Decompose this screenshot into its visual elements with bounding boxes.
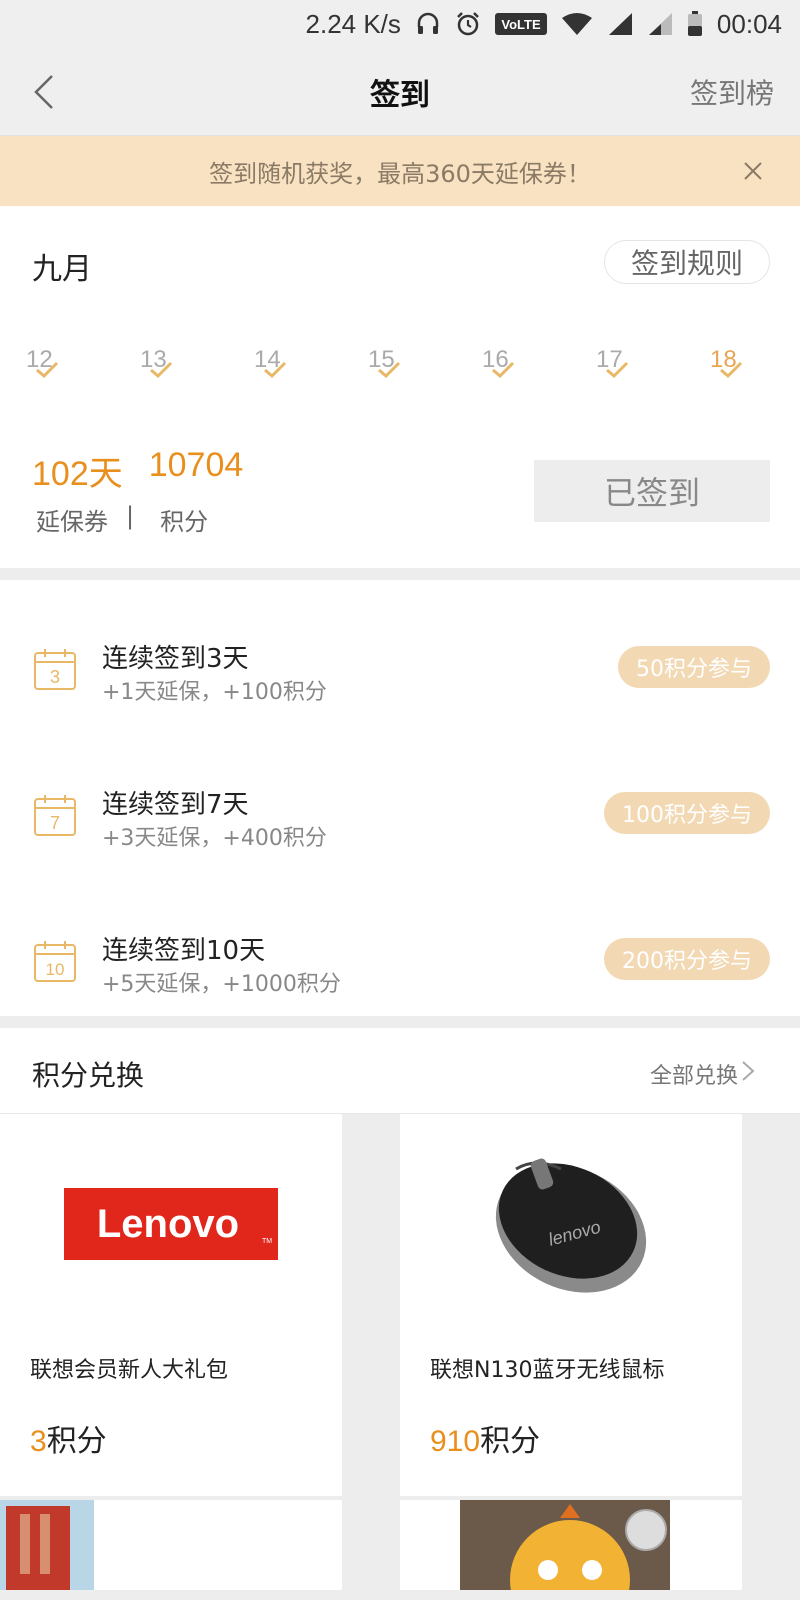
stats-values: 102天 10704: [32, 446, 243, 495]
month-label: 九月: [32, 252, 92, 287]
check-icon: [492, 361, 515, 379]
product-price: 3积分: [30, 1424, 107, 1459]
product-name: 联想会员新人大礼包: [30, 1358, 229, 1383]
product-name: 联想N130蓝牙无线鼠标: [430, 1358, 665, 1383]
exchange-title: 积分兑换: [32, 1059, 145, 1092]
task-title: 连续签到7天: [102, 790, 249, 820]
svg-text:7: 7: [50, 813, 60, 833]
product-price: 910积分: [430, 1424, 541, 1459]
product-card[interactable]: Lenovo TM 联想会员新人大礼包 3积分: [0, 1114, 342, 1496]
check-icon: [378, 361, 401, 379]
section-divider: [0, 568, 800, 580]
warranty-label: 延保券: [36, 508, 108, 536]
task-item: 3 连续签到3天 +1天延保，+100积分 50积分参与: [0, 630, 800, 730]
alarm-icon: [455, 11, 481, 37]
day-item: 15: [368, 346, 428, 379]
stats-labels: 延保券 | 积分: [36, 502, 208, 537]
task-item: 7 连续签到7天 +3天延保，+400积分 100积分参与: [0, 776, 800, 876]
task-desc: +1天延保，+100积分: [102, 680, 327, 705]
task-desc: +3天延保，+400积分: [102, 826, 327, 851]
points-value[interactable]: 10704: [149, 446, 244, 495]
task-item: 10 连续签到10天 +5天延保，+1000积分 200积分参与: [0, 922, 800, 1022]
wifi-icon: [561, 12, 593, 36]
day-item: 12: [26, 346, 86, 379]
product-image: Lenovo TM: [0, 1114, 342, 1334]
check-icon: [36, 361, 59, 379]
check-icon: [720, 361, 743, 379]
close-icon[interactable]: [740, 158, 766, 184]
exchange-header: 积分兑换 全部兑换: [0, 1028, 800, 1114]
svg-text:10: 10: [46, 960, 65, 979]
view-all-link[interactable]: 全部兑换: [650, 1058, 738, 1090]
day-strip: 12 13 14 15 16 17 18: [0, 346, 800, 406]
battery-icon: [687, 11, 703, 37]
warranty-days-value[interactable]: 102天: [32, 446, 123, 495]
signal-icon: [607, 12, 633, 36]
rules-button[interactable]: 签到规则: [604, 240, 770, 284]
product-grid: Lenovo TM 联想会员新人大礼包 3积分 lenovo 联想N130蓝牙无…: [0, 1114, 800, 1590]
svg-text:VoLTE: VoLTE: [501, 17, 541, 32]
product-card[interactable]: [400, 1500, 742, 1590]
check-icon: [264, 361, 287, 379]
volte-icon: VoLTE: [494, 12, 547, 36]
join-button[interactable]: 50积分参与: [618, 646, 770, 688]
sign-in-card: 九月 签到规则 12 13 14 15 16 17 18 102天 10704 …: [0, 206, 800, 568]
check-icon: [606, 361, 629, 379]
promo-banner: 签到随机获奖，最高360天延保券！: [0, 136, 800, 206]
day-item: 13: [140, 346, 200, 379]
promo-text: 签到随机获奖，最高360天延保券！: [209, 159, 591, 188]
status-bar: 2.24 K/s VoLTE 00:04: [0, 0, 800, 48]
product-card[interactable]: lenovo 联想N130蓝牙无线鼠标 910积分: [400, 1114, 742, 1496]
day-item: 16: [482, 346, 542, 379]
task-desc: +5天延保，+1000积分: [102, 972, 341, 997]
day-item: 17: [596, 346, 656, 379]
task-title: 连续签到10天: [102, 936, 266, 966]
back-icon[interactable]: [26, 70, 70, 114]
stats-separator: |: [126, 502, 135, 530]
lenovo-logo: Lenovo TM: [64, 1188, 278, 1260]
calendar-icon: 3: [32, 646, 78, 692]
streak-tasks: 3 连续签到3天 +1天延保，+100积分 50积分参与 7 连续签到7天 +3…: [0, 580, 800, 1016]
network-speed: 2.24 K/s: [305, 8, 401, 39]
join-button[interactable]: 100积分参与: [604, 792, 770, 834]
mouse-image: lenovo: [495, 1158, 647, 1293]
gift-box-image: [0, 1500, 94, 1590]
svg-text:Lenovo: Lenovo: [97, 1202, 239, 1246]
points-label: 积分: [160, 508, 209, 536]
leaderboard-link[interactable]: 签到榜: [690, 72, 774, 112]
chevron-right-icon[interactable]: [740, 1060, 756, 1082]
signal-weak-icon: [647, 12, 673, 36]
svg-text:TM: TM: [262, 1238, 272, 1245]
calendar-icon: 10: [32, 938, 78, 984]
task-title: 连续签到3天: [102, 644, 249, 674]
page-title: 签到: [370, 77, 430, 113]
clock: 00:04: [716, 8, 782, 39]
headphones-icon: [415, 11, 441, 37]
product-image: lenovo: [400, 1114, 742, 1334]
svg-text:3: 3: [50, 667, 60, 687]
plush-toy-image: [460, 1500, 670, 1590]
nav-bar: 签到 签到榜: [0, 48, 800, 136]
check-icon: [150, 361, 173, 379]
signed-button[interactable]: 已签到: [534, 460, 770, 522]
join-button[interactable]: 200积分参与: [604, 938, 770, 980]
calendar-icon: 7: [32, 792, 78, 838]
product-card[interactable]: [0, 1500, 342, 1590]
day-item: 14: [254, 346, 314, 379]
day-item-today: 18: [710, 346, 770, 379]
